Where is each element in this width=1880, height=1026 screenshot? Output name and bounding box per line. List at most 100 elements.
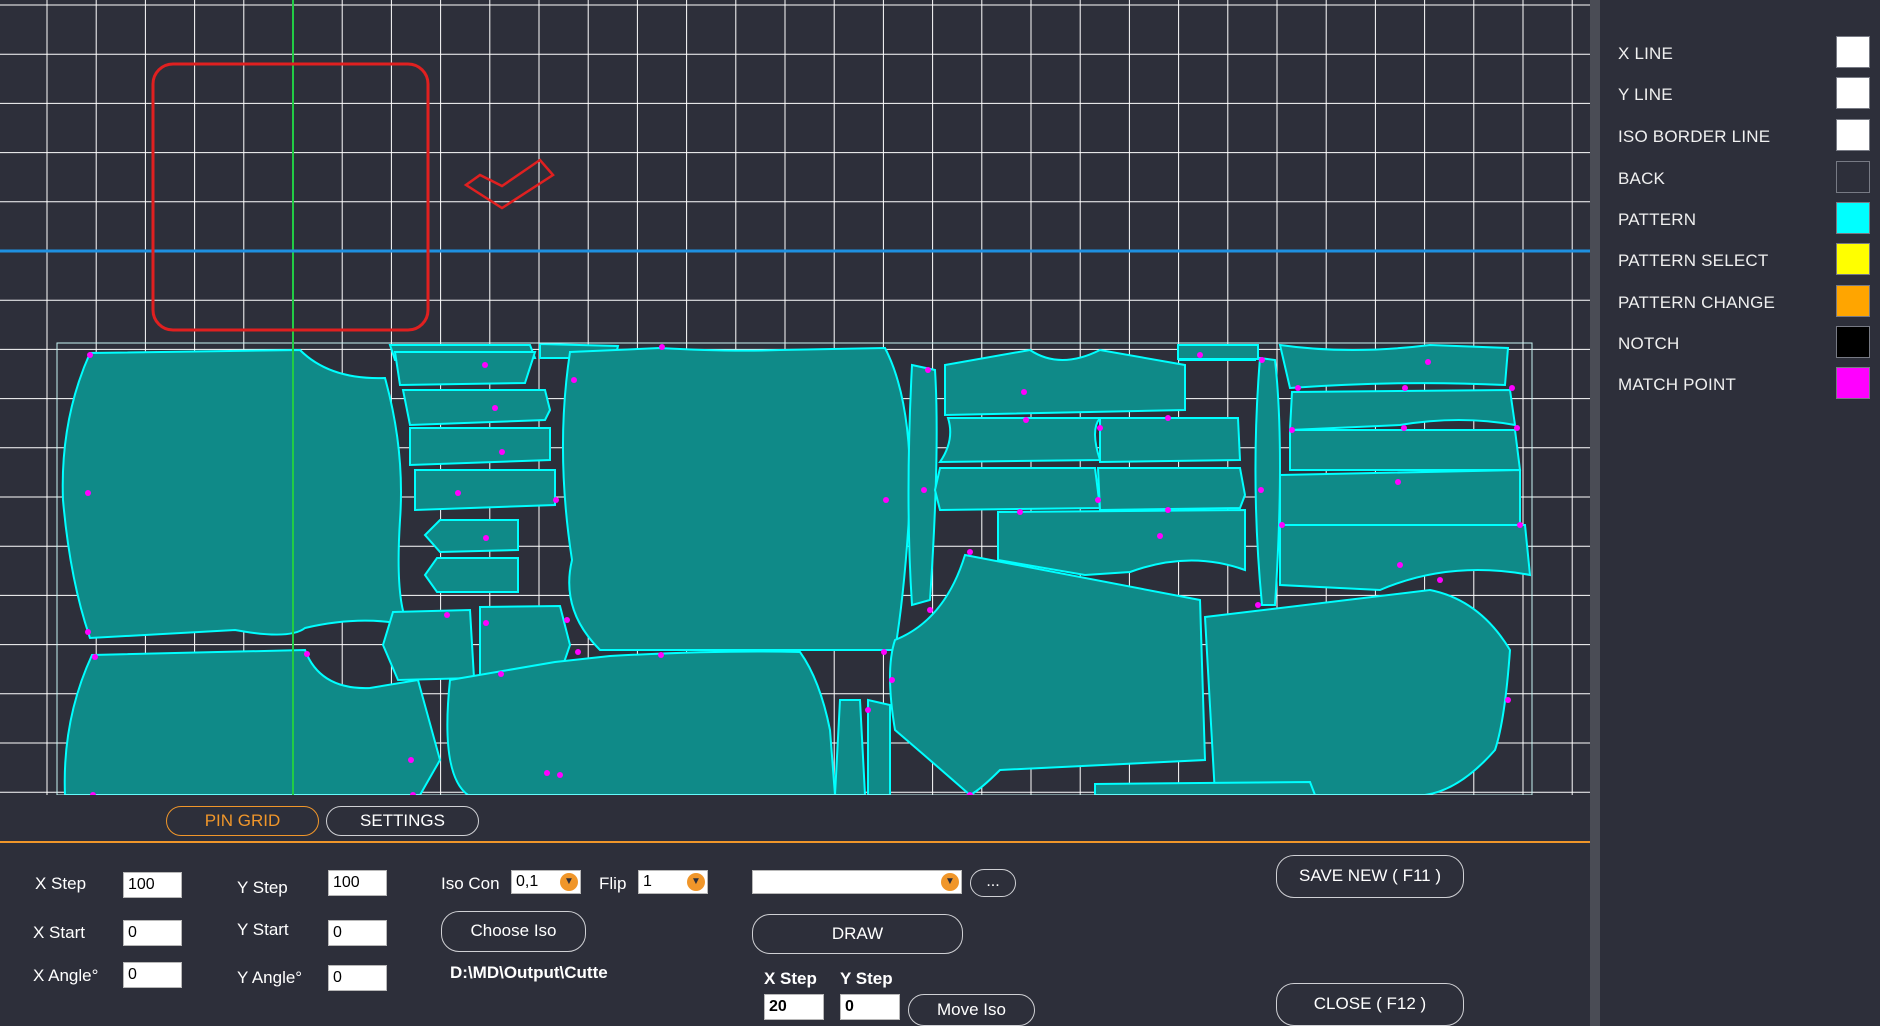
x-step-input[interactable]: 100: [123, 872, 182, 898]
pattern-piece[interactable]: [1203, 588, 1512, 795]
pattern-piece[interactable]: [401, 389, 552, 427]
match-point: [544, 770, 550, 776]
pattern-canvas[interactable]: [0, 0, 1590, 795]
match-point: [925, 367, 931, 373]
legend-color-swatch[interactable]: [1836, 243, 1870, 275]
match-point: [1505, 697, 1511, 703]
match-point: [482, 362, 488, 368]
pattern-piece[interactable]: [933, 467, 1102, 512]
pattern-piece[interactable]: [561, 346, 912, 651]
legend-row: Y LINE: [1618, 77, 1878, 111]
y-step-input[interactable]: 100: [328, 870, 387, 896]
match-point: [658, 652, 664, 658]
flip-select[interactable]: 1 ▼: [638, 870, 708, 894]
chevron-down-icon: ▼: [687, 873, 705, 891]
legend-row: X LINE: [1618, 36, 1878, 70]
legend-label: PATTERN: [1618, 210, 1697, 229]
pattern-piece[interactable]: [1289, 429, 1522, 471]
legend-label: ISO BORDER LINE: [1618, 127, 1771, 146]
match-point: [883, 497, 889, 503]
draw-button[interactable]: DRAW: [752, 914, 963, 954]
pattern-piece[interactable]: [907, 363, 938, 607]
match-point: [1401, 425, 1407, 431]
legend-color-swatch[interactable]: [1836, 285, 1870, 317]
browse-button[interactable]: ...: [970, 869, 1016, 897]
pattern-piece[interactable]: [446, 650, 837, 796]
pattern-pieces[interactable]: [61, 342, 1532, 796]
pattern-piece[interactable]: [1279, 468, 1521, 526]
chevron-down-icon: ▼: [560, 873, 578, 891]
x-angle-label: X Angle°: [33, 966, 99, 985]
match-point: [498, 671, 504, 677]
pattern-piece[interactable]: [833, 699, 867, 795]
match-point: [889, 677, 895, 683]
y-step-label: Y Step: [237, 878, 288, 897]
legend-color-swatch[interactable]: [1836, 326, 1870, 358]
match-point: [1255, 602, 1261, 608]
legend-color-swatch[interactable]: [1836, 77, 1870, 109]
legend-color-swatch[interactable]: [1836, 161, 1870, 193]
close-button[interactable]: CLOSE ( F12 ): [1276, 983, 1464, 1026]
move-y-step-input[interactable]: 0: [840, 994, 900, 1020]
pattern-piece[interactable]: [423, 557, 519, 593]
legend-color-swatch[interactable]: [1836, 36, 1870, 68]
legend-row: MATCH POINT: [1618, 367, 1878, 401]
tab-settings[interactable]: SETTINGS: [326, 806, 479, 836]
pattern-piece[interactable]: [867, 698, 891, 795]
legend-label: MATCH POINT: [1618, 375, 1737, 394]
move-iso-button[interactable]: Move Iso: [908, 994, 1035, 1026]
y-start-label: Y Start: [237, 920, 289, 939]
pattern-piece[interactable]: [381, 608, 476, 682]
pattern-piece[interactable]: [944, 348, 1186, 417]
tab-pin-grid[interactable]: PIN GRID: [166, 806, 319, 836]
match-point: [865, 707, 871, 713]
iso-file-combo[interactable]: ▼: [752, 870, 962, 894]
match-point: [921, 487, 927, 493]
pattern-piece[interactable]: [1096, 467, 1247, 512]
match-point: [564, 617, 570, 623]
match-point: [1165, 507, 1171, 513]
move-x-step-input[interactable]: 20: [764, 994, 824, 1020]
settings-panel: X Step 100 Y Step 100 X Start 0 Y Start …: [0, 843, 1590, 1026]
pattern-piece[interactable]: [393, 351, 537, 387]
y-angle-input[interactable]: 0: [328, 965, 387, 991]
pattern-piece[interactable]: [423, 519, 519, 554]
pattern-piece[interactable]: [1099, 417, 1242, 464]
pattern-piece[interactable]: [1094, 780, 1317, 795]
save-new-button[interactable]: SAVE NEW ( F11 ): [1276, 855, 1464, 898]
match-point: [1165, 415, 1171, 421]
legend-color-swatch[interactable]: [1836, 367, 1870, 399]
y-start-input[interactable]: 0: [328, 920, 387, 946]
legend-label: BACK: [1618, 169, 1666, 188]
canvas-svg[interactable]: [0, 0, 1590, 795]
match-point: [1021, 389, 1027, 395]
choose-iso-button[interactable]: Choose Iso: [441, 911, 586, 952]
legend-row: PATTERN SELECT: [1618, 243, 1878, 277]
y-angle-label: Y Angle°: [237, 968, 303, 987]
iso-con-select[interactable]: 0,1 ▼: [511, 870, 581, 894]
pattern-piece[interactable]: [414, 469, 556, 512]
legend-color-swatch[interactable]: [1836, 202, 1870, 234]
pattern-piece[interactable]: [409, 427, 551, 467]
legend-row: BACK: [1618, 161, 1878, 195]
match-point: [575, 649, 581, 655]
match-point: [499, 449, 505, 455]
match-point: [659, 344, 665, 350]
x-angle-input[interactable]: 0: [123, 962, 182, 988]
legend-label: PATTERN CHANGE: [1618, 293, 1776, 312]
pattern-piece[interactable]: [938, 417, 1103, 464]
match-point: [1509, 385, 1515, 391]
match-point: [1157, 533, 1163, 539]
legend-label: Y LINE: [1618, 85, 1673, 104]
match-point: [1402, 385, 1408, 391]
x-start-input[interactable]: 0: [123, 920, 182, 946]
iso-path-label: D:\MD\Output\Cutte: [450, 963, 608, 982]
match-point: [881, 649, 887, 655]
pattern-piece[interactable]: [1177, 344, 1259, 360]
match-point: [1258, 487, 1264, 493]
legend-color-swatch[interactable]: [1836, 119, 1870, 151]
pattern-piece[interactable]: [1254, 356, 1281, 606]
pattern-piece[interactable]: [1278, 343, 1510, 390]
pattern-piece[interactable]: [61, 348, 410, 640]
match-point: [553, 497, 559, 503]
